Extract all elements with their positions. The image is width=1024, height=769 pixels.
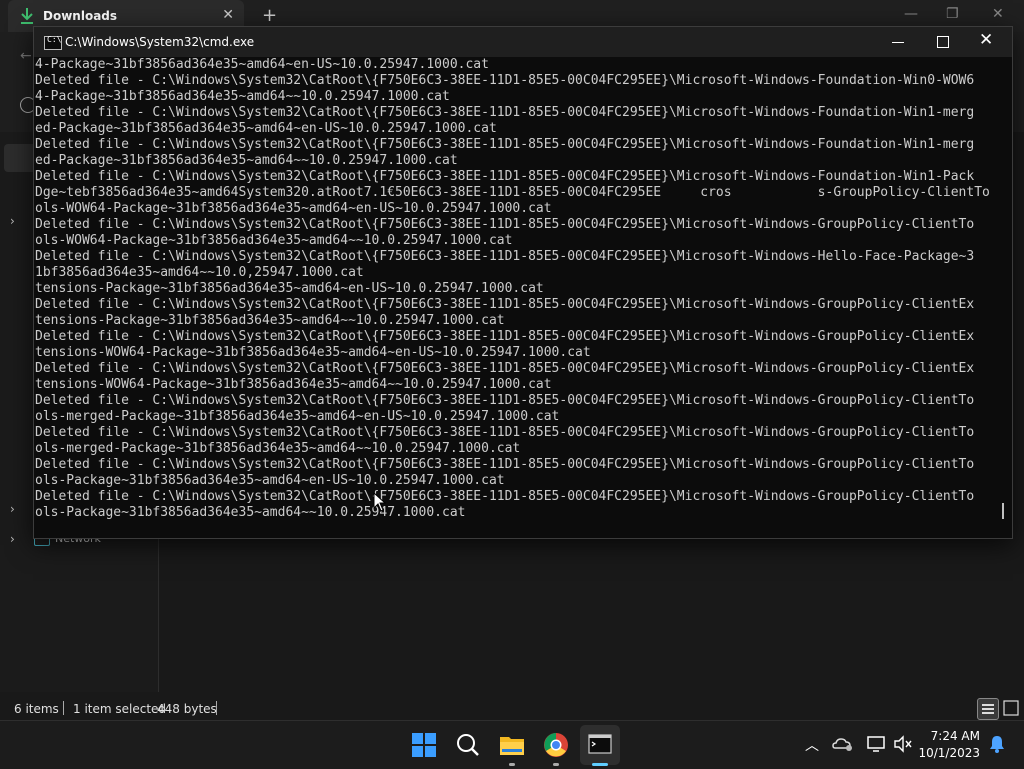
explorer-minimize-icon[interactable]: — [904,6,918,22]
explorer-restore-icon[interactable]: ❐ [946,6,959,22]
terminal-line: Deleted file - C:\Windows\System32\CatRo… [35,329,975,344]
tab-title: Downloads [43,9,118,23]
notification-bell-icon[interactable] [986,733,1008,755]
tab-close-icon[interactable]: ✕ [222,7,234,23]
terminal-output[interactable]: 4-Package~31bf3856ad364e35~amd64~en-US~1… [35,57,1000,527]
terminal-line: Deleted file - C:\Windows\System32\CatRo… [35,137,975,152]
terminal-line: Deleted file - C:\Windows\System32\CatRo… [35,169,975,184]
running-indicator [509,763,515,766]
terminal-line: Deleted file - C:\Windows\System32\CatRo… [35,217,975,232]
terminal-line: Deleted file - C:\Windows\System32\CatRo… [35,105,975,120]
minimize-icon[interactable] [892,42,904,43]
running-indicator [553,763,559,766]
chevron-right-icon[interactable]: › [10,502,15,516]
cmd-window-title: C:\Windows\System32\cmd.exe [65,35,255,49]
chrome-icon[interactable] [538,727,574,763]
status-item-count: 6 items [14,702,59,716]
details-view-button[interactable] [977,698,999,720]
start-windows-icon[interactable] [406,727,442,763]
download-icon [21,8,33,24]
terminal-line: ols-Package~31bf3856ad364e35~amd64~en-US… [35,473,505,488]
explorer-close-icon[interactable]: ✕ [992,6,1004,22]
terminal-line: ed-Package~31bf3856ad364e35~amd64~en-US~… [35,121,497,136]
taskbar: ︿ 7:24 AM 10/1/2023 [0,720,1024,769]
terminal-line: ols-merged-Package~31bf3856ad364e35~amd6… [35,409,560,424]
terminal-line: Deleted file - C:\Windows\System32\CatRo… [35,425,975,440]
mouse-cursor-icon [373,492,387,512]
onedrive-icon[interactable] [830,731,856,757]
volume-muted-icon[interactable] [890,731,916,757]
terminal-line: tensions-Package~31bf3856ad364e35~amd64~… [35,281,544,296]
cmd-app-icon: C:\ [44,35,62,50]
back-arrow-icon[interactable]: ← [20,48,32,64]
clock-date[interactable]: 10/1/2023 [918,746,980,760]
terminal-line: Deleted file - C:\Windows\System32\CatRo… [35,297,975,312]
terminal-line: Deleted file - C:\Windows\System32\CatRo… [35,489,975,504]
chevron-right-icon[interactable]: › [10,214,15,228]
terminal-line: tensions-Package~31bf3856ad364e35~amd64~… [35,313,505,328]
active-indicator [592,763,608,766]
terminal-line: 4-Package~31bf3856ad364e35~amd64~en-US~1… [35,57,489,72]
scrollbar-thumb[interactable] [1002,503,1004,519]
terminal-line: 1bf3856ad364e35~amd64~~10.0,25947.1000.c… [35,265,364,280]
terminal-line: ols-merged-Package~31bf3856ad364e35~amd6… [35,441,521,456]
terminal-line: Deleted file - C:\Windows\System32\CatRo… [35,457,975,472]
network-display-icon[interactable] [864,731,890,757]
close-icon[interactable]: ✕ [979,30,993,50]
terminal-line: Deleted file - C:\Windows\System32\CatRo… [35,393,975,408]
chevron-right-icon[interactable]: › [10,532,15,546]
new-tab-button[interactable]: + [262,5,277,26]
terminal-line: Dge~tebf3856ad364e35~amd64System320.atRo… [35,185,990,200]
terminal-line: ols-WOW64-Package~31bf3856ad364e35~amd64… [35,201,552,216]
file-explorer-icon[interactable] [494,727,530,763]
status-size: 448 bytes [157,702,217,716]
terminal-line: Deleted file - C:\Windows\System32\CatRo… [35,73,975,88]
terminal-line: ols-Package~31bf3856ad364e35~amd64~~10.0… [35,505,466,520]
tiles-view-icon[interactable] [1003,700,1019,716]
status-divider [63,701,64,715]
terminal-line: Deleted file - C:\Windows\System32\CatRo… [35,361,975,376]
terminal-line: tensions-WOW64-Package~31bf3856ad364e35~… [35,377,552,392]
terminal-line: ed-Package~31bf3856ad364e35~amd64~~10.0.… [35,153,458,168]
status-bar: 6 items 1 item selected 448 bytes [0,698,1024,720]
clock-time[interactable]: 7:24 AM [924,729,980,743]
cmd-title-bar[interactable]: C:\ C:\Windows\System32\cmd.exe ✕ [34,27,1012,57]
terminal-line: Deleted file - C:\Windows\System32\CatRo… [35,249,975,264]
tray-overflow-chevron-icon[interactable]: ︿ [805,735,819,755]
terminal-line: tensions-WOW64-Package~31bf3856ad364e35~… [35,345,591,360]
maximize-icon[interactable] [937,36,949,48]
terminal-line: 4-Package~31bf3856ad364e35~amd64~~10.0.2… [35,89,450,104]
search-icon[interactable] [450,727,486,763]
cmd-window[interactable]: C:\ C:\Windows\System32\cmd.exe ✕ 4-Pack… [33,26,1013,539]
status-selection: 1 item selected [73,702,167,716]
terminal-line: ols-WOW64-Package~31bf3856ad364e35~amd64… [35,233,513,248]
status-divider [216,701,217,715]
cmd-taskbar-icon[interactable] [582,727,618,763]
